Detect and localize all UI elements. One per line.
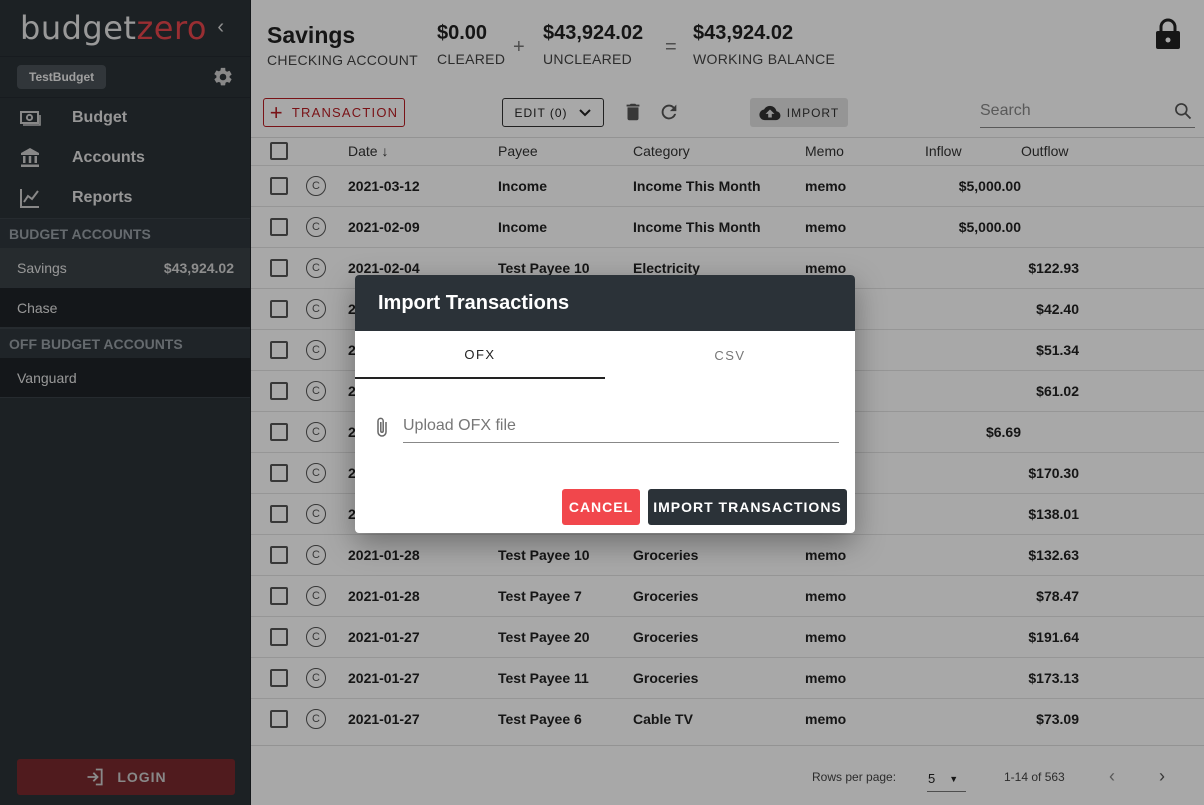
tab-ofx[interactable]: OFX (355, 331, 605, 379)
paperclip-icon[interactable] (375, 416, 389, 438)
import-format-tabs: OFX CSV (355, 331, 855, 379)
tab-csv[interactable]: CSV (605, 331, 855, 379)
import-transactions-dialog: Import Transactions OFX CSV CANCEL IMPOR… (355, 275, 855, 533)
cancel-button[interactable]: CANCEL (562, 489, 640, 525)
import-transactions-button[interactable]: IMPORT TRANSACTIONS (648, 489, 847, 525)
upload-field (403, 410, 839, 443)
upload-ofx-file-input[interactable] (403, 410, 839, 442)
dialog-title: Import Transactions (355, 275, 855, 331)
upload-row (375, 410, 839, 444)
